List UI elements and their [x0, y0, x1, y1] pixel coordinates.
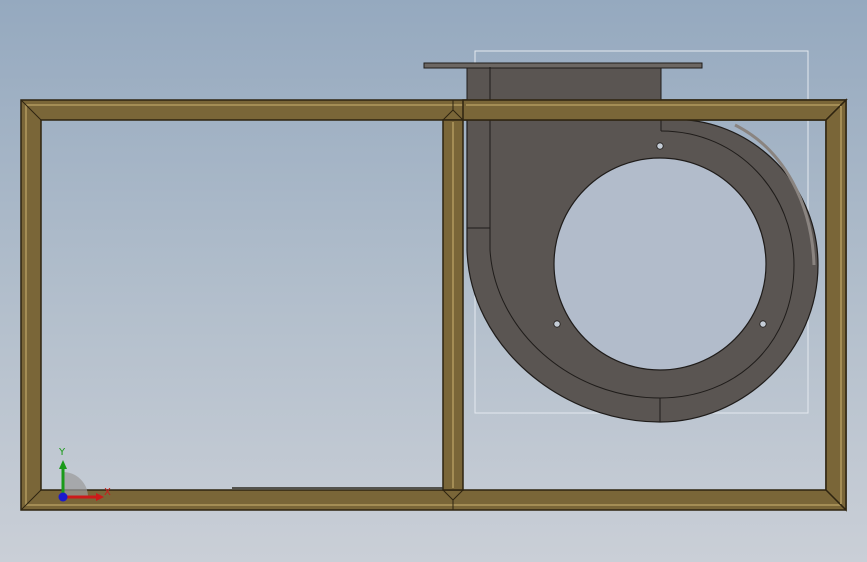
triad-rotation-arc	[63, 472, 88, 497]
flange-plate[interactable]	[423, 62, 703, 69]
triad-y-label: Y	[58, 447, 66, 458]
reference-triad[interactable]: X Y	[58, 447, 111, 502]
triad-z-axis-dot	[58, 492, 68, 502]
inlet-opening[interactable]	[553, 157, 767, 371]
mounting-hole-top[interactable]	[656, 142, 664, 150]
triad-y-arrow	[59, 460, 67, 469]
cad-graphics-area[interactable]: X Y	[0, 0, 867, 562]
mounting-hole-left[interactable]	[553, 320, 561, 328]
mounting-hole-right[interactable]	[759, 320, 767, 328]
triad-x-label: X	[104, 487, 111, 498]
model-view[interactable]: X Y	[0, 0, 867, 562]
